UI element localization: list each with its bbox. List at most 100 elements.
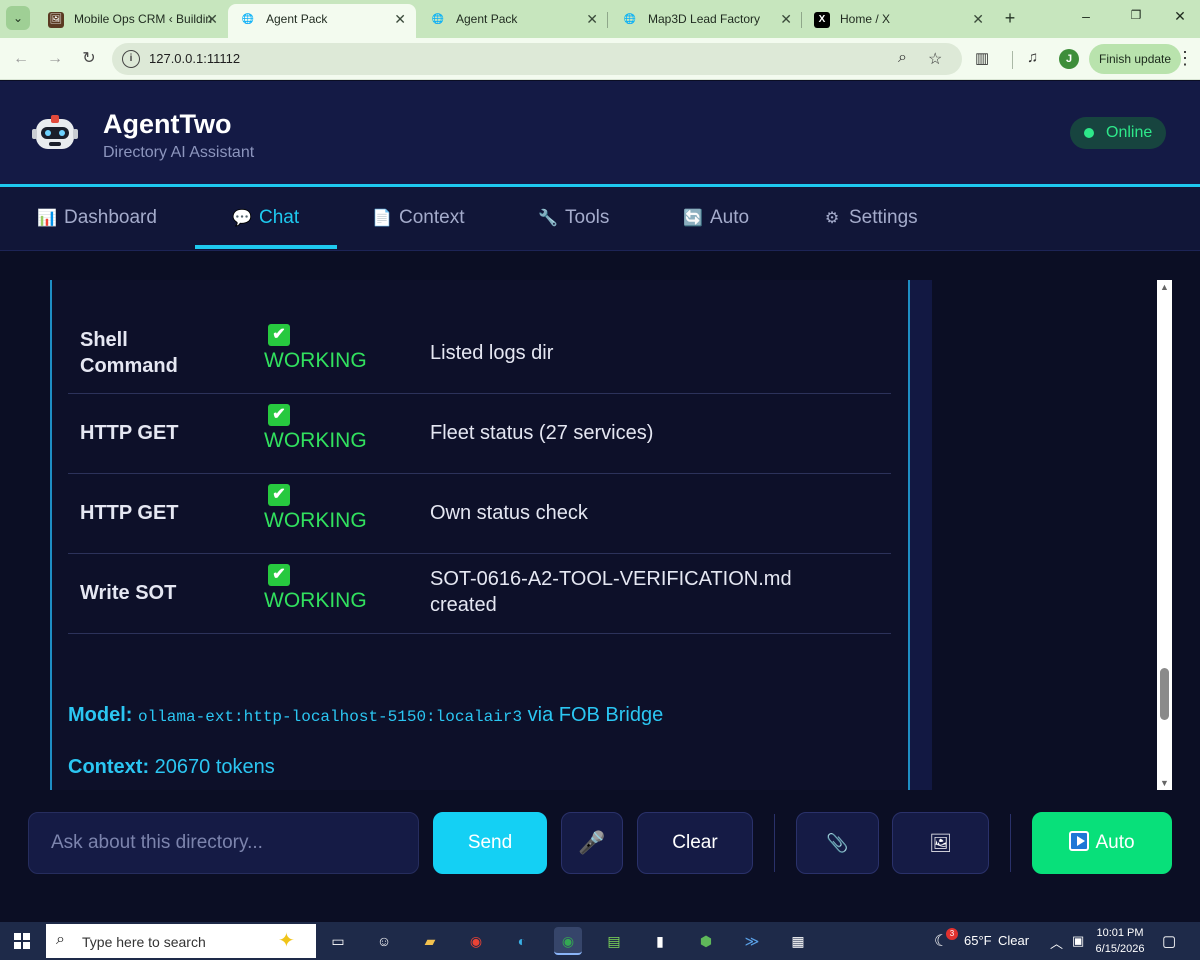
restore-icon[interactable]: ❐ (1126, 8, 1146, 22)
address-url[interactable]: 127.0.0.1:11112 (149, 51, 240, 66)
context-value: 20670 tokens (149, 756, 275, 778)
weather-condition[interactable]: Clear (998, 933, 1029, 948)
play-icon (1069, 831, 1090, 851)
tab-label: Chat (259, 207, 300, 228)
network-icon[interactable]: ▣ (1072, 933, 1084, 949)
profile-avatar[interactable]: J (1059, 49, 1079, 69)
tab-settings[interactable]: ⚙ Settings (821, 187, 918, 251)
back-arrow-icon[interactable]: ← (10, 48, 32, 70)
file-explorer-icon[interactable]: ▰ (416, 927, 444, 955)
edge-browser-icon[interactable]: ◐ (508, 927, 536, 955)
clock-date: 6/15/2026 (1095, 943, 1145, 955)
powershell-app-icon[interactable]: ≫ (738, 927, 766, 955)
reload-icon[interactable]: ↻ (78, 48, 100, 70)
tab-close-icon[interactable]: ✕ (586, 4, 598, 34)
status-cell: WORKING (264, 349, 367, 372)
browser-tab-agent-pack-active[interactable]: 🌐 Agent Pack ✕ (228, 4, 416, 38)
context-info-line: Context: 20670 tokens (68, 756, 275, 779)
globe-favicon-icon: 🌐 (241, 14, 255, 25)
result-cell: Own status check (430, 502, 588, 524)
model-value: ollama-ext:http-localhost-5150:localair3 (138, 708, 523, 726)
task-view-icon[interactable]: ▭ (324, 927, 352, 955)
tab-label: Context (399, 207, 465, 228)
chrome-app-icon[interactable]: ◉ (462, 927, 490, 955)
app-subtitle: Directory AI Assistant (103, 144, 255, 161)
forward-arrow-icon[interactable]: → (44, 48, 66, 70)
chat-messages-area[interactable]: Shell Command ✔ WORKING Listed logs dir … (28, 280, 1172, 790)
paperclip-icon: 📎 (826, 833, 849, 853)
tab-search-chevron-icon[interactable]: ⌄ (6, 6, 30, 30)
attach-file-button[interactable]: 📎 (796, 812, 879, 874)
system-clock[interactable]: 10:01 PM 6/15/2026 (1092, 925, 1148, 957)
browser-toolbar: ← → ↻ i 127.0.0.1:11112 ⌕ ☆ ▥ ♫ J Finish… (0, 38, 1200, 80)
search-icon: ⌕ (56, 931, 65, 948)
minimize-icon[interactable]: – (1076, 8, 1096, 24)
bookmark-star-icon[interactable]: ☆ (928, 49, 942, 69)
document-icon: 📄 (372, 210, 392, 227)
browser-tab-agent-pack[interactable]: 🌐 Agent Pack ✕ (418, 4, 608, 38)
tab-auto[interactable]: 🔄 Auto (682, 187, 749, 251)
new-tab-plus-icon[interactable]: + (998, 6, 1022, 30)
scroll-up-arrow-icon[interactable]: ▲ (1157, 282, 1172, 292)
gear-icon: ⚙ (824, 210, 840, 227)
auto-mode-button[interactable]: Auto (1032, 812, 1172, 874)
scrollbar-thumb[interactable] (1160, 668, 1169, 720)
weather-temperature[interactable]: 65°F (964, 933, 992, 948)
browser-tab-mobile-ops-crm[interactable]: 🖼 Mobile Ops CRM ‹ Buildin ✕ (36, 4, 228, 38)
browser-tab-home-x[interactable]: X Home / X ✕ (802, 4, 994, 38)
notepad-app-icon[interactable]: ▤ (600, 927, 628, 955)
reading-mode-icon[interactable]: ▥ (975, 49, 989, 67)
terminal-app-icon[interactable]: ▮ (646, 927, 674, 955)
node-app-icon[interactable]: ⬢ (692, 927, 720, 955)
finish-update-button[interactable]: Finish update (1089, 44, 1182, 74)
microphone-button[interactable]: 🎤 (561, 812, 623, 874)
tab-dashboard[interactable]: 📊 Dashboard (36, 187, 157, 251)
active-tab-indicator (195, 245, 337, 249)
clock-time: 10:01 PM (1096, 927, 1144, 939)
image-icon: 🖼 (929, 833, 952, 853)
address-bar[interactable]: i 127.0.0.1:11112 ⌕ ☆ (112, 43, 962, 75)
attach-image-button[interactable]: 🖼 (892, 812, 989, 874)
bar-chart-icon: 📊 (37, 210, 57, 227)
refresh-cycle-icon: 🔄 (683, 210, 703, 227)
app-header: AgentTwo Directory AI Assistant Online (0, 81, 1200, 184)
crm-favicon-icon: 🖼 (48, 12, 64, 28)
ollama-app-icon[interactable]: ☺ (370, 927, 398, 955)
tab-tools[interactable]: 🔧 Tools (537, 187, 609, 251)
send-button[interactable]: Send (433, 812, 547, 874)
chat-message-input[interactable] (28, 812, 419, 874)
browser-tab-strip: ⌄ 🖼 Mobile Ops CRM ‹ Buildin ✕ 🌐 Agent P… (0, 0, 1200, 38)
media-control-icon[interactable]: ♫ (1027, 49, 1038, 66)
globe-favicon-icon: 🌐 (623, 14, 637, 25)
result-cell: Listed logs dir (430, 342, 554, 364)
clear-button[interactable]: Clear (637, 812, 753, 874)
model-info-line: Model: ollama-ext:http-localhost-5150:lo… (68, 704, 663, 727)
model-label: Model: (68, 704, 133, 726)
tab-close-icon[interactable]: ✕ (206, 4, 218, 34)
browser-tab-map3d-lead-factory[interactable]: 🌐 Map3D Lead Factory ✕ (610, 4, 802, 38)
browser-menu-icon[interactable]: ⋮ (1176, 48, 1194, 69)
window-close-icon[interactable]: ✕ (1170, 8, 1190, 25)
taskbar-search-placeholder: Type here to search (82, 934, 206, 950)
tab-close-icon[interactable]: ✕ (780, 4, 792, 34)
tab-close-icon[interactable]: ✕ (972, 4, 984, 34)
result-cell: SOT-0616-A2-TOOL-VERIFICATION.md created (430, 568, 792, 616)
tab-context[interactable]: 📄 Context (371, 187, 464, 251)
windows-start-icon[interactable] (14, 933, 30, 949)
document-viewer-app-icon[interactable]: ▦ (784, 927, 812, 955)
tray-overflow-chevron-icon[interactable]: ︿ (1050, 933, 1063, 952)
tab-label: Tools (565, 207, 610, 228)
status-cell: WORKING (264, 509, 367, 532)
zoom-magnifier-icon[interactable]: ⌕ (898, 49, 907, 67)
notification-icon[interactable]: ▢ (1162, 932, 1176, 950)
site-info-icon[interactable]: i (122, 50, 140, 68)
tab-chat[interactable]: 💬 Chat (231, 187, 299, 251)
taskbar-search-box[interactable]: ⌕ Type here to search ✦ (46, 924, 316, 958)
chrome-active-app-icon[interactable]: ◉ (554, 927, 582, 955)
chat-scrollbar[interactable]: ▲ ▼ (1157, 280, 1172, 790)
status-text: Online (1106, 124, 1153, 141)
x-favicon-icon: X (814, 12, 830, 28)
input-bar-divider (1010, 814, 1011, 872)
tab-close-icon[interactable]: ✕ (394, 4, 406, 34)
scroll-down-arrow-icon[interactable]: ▼ (1157, 778, 1172, 788)
